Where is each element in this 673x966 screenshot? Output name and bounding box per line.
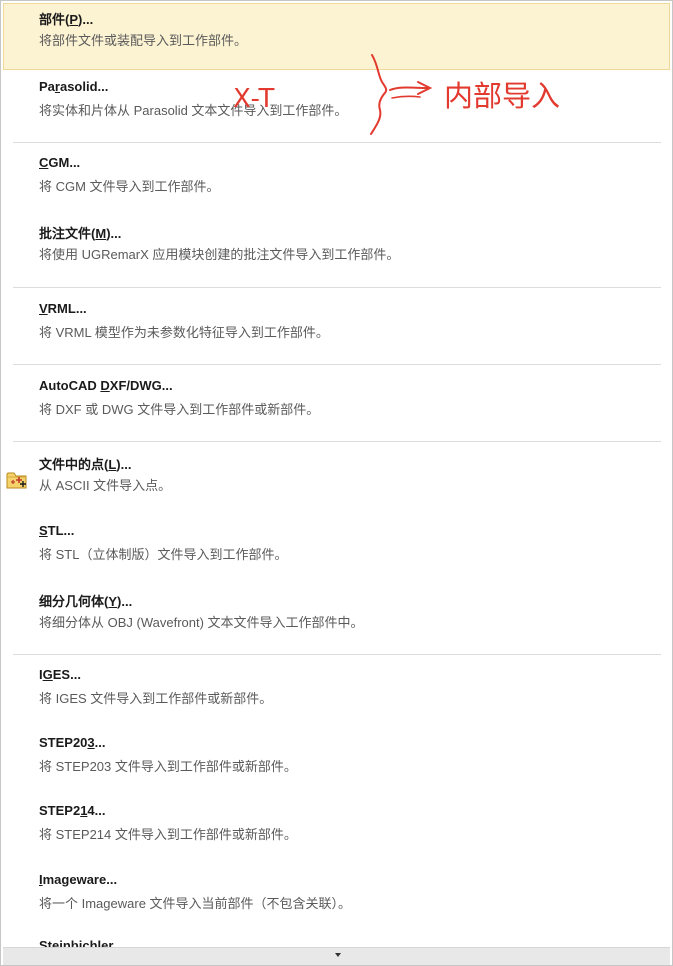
menu-separator: [13, 287, 661, 288]
menu-item-parasolid[interactable]: Parasolid... 将实体和片体从 Parasolid 文本文件导入到工作…: [3, 73, 670, 139]
menu-item-title: Steinbichler: [39, 938, 114, 947]
menu-item-title: 部件(P)...: [39, 12, 94, 27]
menu-item-description: 从 ASCII 文件导入点。: [39, 478, 172, 493]
menu-item-title: 文件中的点(L)...: [39, 457, 132, 472]
menu-item-title: CGM...: [39, 155, 81, 170]
menu-separator: [13, 364, 661, 365]
menu-item-description: 将使用 UGRemarX 应用模块创建的批注文件导入到工作部件。: [39, 247, 400, 262]
menu-item-title: 批注文件(M)...: [39, 226, 122, 241]
menu-item-autocad-dxf-dwg[interactable]: AutoCAD DXF/DWG... 将 DXF 或 DWG 文件导入到工作部件…: [3, 372, 670, 438]
menu-item-step203[interactable]: STEP203... 将 STEP203 文件导入到工作部件或新部件。: [3, 729, 670, 795]
menu-scroll-down-bar[interactable]: [3, 947, 670, 965]
menu-item-description: 将 STL（立体制版）文件导入到工作部件。: [39, 547, 288, 562]
menu-item-title: STEP203...: [39, 735, 106, 750]
menu-item-stl[interactable]: STL... 将 STL（立体制版）文件导入到工作部件。: [3, 517, 670, 583]
menu-item-step214[interactable]: STEP214... 将 STEP214 文件导入到工作部件或新部件。: [3, 797, 670, 863]
menu-item-description: 将 STEP203 文件导入到工作部件或新部件。: [39, 759, 297, 774]
menu-item-description: 将 STEP214 文件导入到工作部件或新部件。: [39, 827, 297, 842]
menu-item-title: STEP214...: [39, 803, 106, 818]
menu-item-description: 将部件文件或装配导入到工作部件。: [39, 33, 248, 48]
menu-item-title: Parasolid...: [39, 79, 109, 94]
menu-item-description: 将 IGES 文件导入到工作部件或新部件。: [39, 691, 273, 706]
menu-item-title: Imageware...: [39, 872, 118, 887]
menu-item-description: 将 DXF 或 DWG 文件导入到工作部件或新部件。: [39, 402, 320, 417]
menu-item-description: 将 VRML 模型作为未参数化特征导入到工作部件。: [39, 325, 329, 340]
menu-item-description: 将实体和片体从 Parasolid 文本文件导入到工作部件。: [39, 103, 348, 118]
folder-points-icon: [6, 472, 27, 489]
menu-item-description: 将一个 Imageware 文件导入当前部件（不包含关联）。: [39, 896, 352, 911]
menu-item-title: VRML...: [39, 301, 87, 316]
menu-separator: [13, 441, 661, 442]
menu-item-vrml[interactable]: VRML... 将 VRML 模型作为未参数化特征导入到工作部件。: [3, 295, 670, 361]
menu-item-imageware[interactable]: Imageware... 将一个 Imageware 文件导入当前部件（不包含关…: [3, 866, 670, 932]
menu-item-description: 将细分体从 OBJ (Wavefront) 文本文件导入工作部件中。: [39, 615, 364, 630]
import-submenu: 部件(P)... 将部件文件或装配导入到工作部件。 Parasolid... 将…: [0, 0, 673, 966]
menu-item-title: AutoCAD DXF/DWG...: [39, 378, 173, 393]
menu-item-faceted-geometry[interactable]: 细分几何体(Y)... 将细分体从 OBJ (Wavefront) 文本文件导入…: [3, 585, 670, 651]
menu-item-title: IGES...: [39, 667, 81, 682]
menu-separator: [13, 142, 661, 143]
menu-item-points-from-file[interactable]: 文件中的点(L)... 从 ASCII 文件导入点。: [3, 448, 670, 514]
menu-item-part[interactable]: 部件(P)... 将部件文件或装配导入到工作部件。: [3, 3, 670, 70]
menu-item-iges[interactable]: IGES... 将 IGES 文件导入到工作部件或新部件。: [3, 661, 670, 727]
scroll-down-arrow-icon[interactable]: [335, 953, 341, 957]
menu-item-title: 细分几何体(Y)...: [39, 594, 133, 609]
menu-item-cgm[interactable]: CGM... 将 CGM 文件导入到工作部件。: [3, 149, 670, 215]
menu-item-annotation-file[interactable]: 批注文件(M)... 将使用 UGRemarX 应用模块创建的批注文件导入到工作…: [3, 217, 670, 283]
menu-item-steinbichler[interactable]: Steinbichler: [3, 933, 670, 947]
menu-item-description: 将 CGM 文件导入到工作部件。: [39, 179, 220, 194]
menu-separator: [13, 654, 661, 655]
menu-item-title: STL...: [39, 523, 75, 538]
